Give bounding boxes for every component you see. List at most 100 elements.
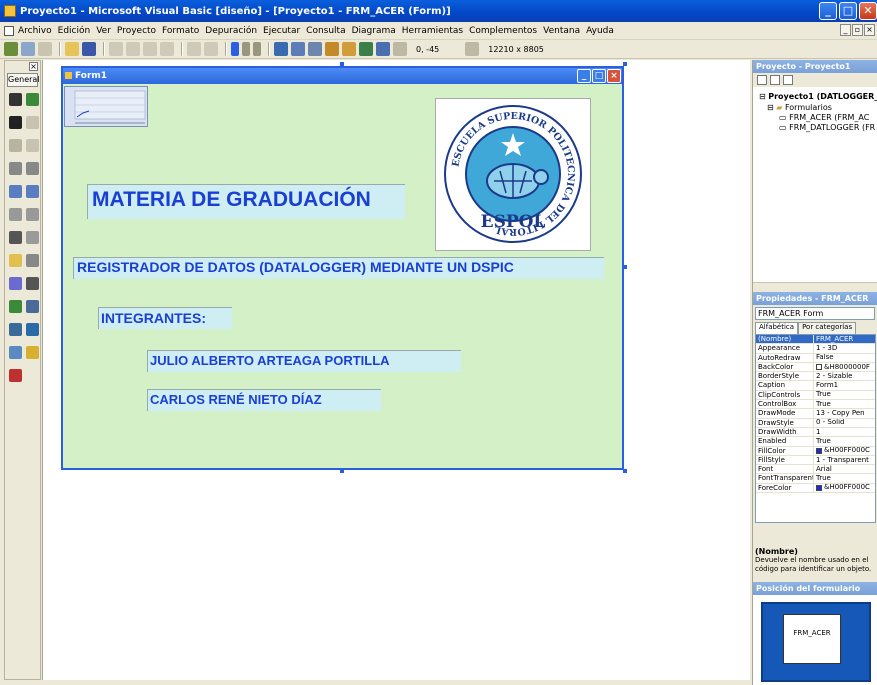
- menu-edicion[interactable]: Edición: [58, 26, 91, 36]
- property-row[interactable]: FillColor &H00FF000C: [756, 446, 875, 456]
- undo-icon[interactable]: [187, 42, 201, 56]
- property-value[interactable]: &H00FF000C: [814, 484, 875, 492]
- view-object-icon[interactable]: [770, 75, 780, 85]
- property-row[interactable]: DrawWidth 1: [756, 427, 875, 438]
- property-value[interactable]: True: [814, 474, 875, 482]
- shape-icon[interactable]: [9, 277, 22, 290]
- menu-archivo[interactable]: Archivo: [18, 26, 52, 36]
- property-row[interactable]: BackColor &H8000000F: [756, 362, 875, 373]
- redo-icon[interactable]: [204, 42, 218, 56]
- textbox-icon[interactable]: [26, 116, 39, 129]
- tree-item-project[interactable]: ⊟ Proyecto1 (DATLOGGER_: [759, 92, 877, 101]
- form-layout-icon[interactable]: [308, 42, 322, 56]
- resize-handle-top[interactable]: [340, 62, 344, 66]
- find-icon[interactable]: [160, 42, 174, 56]
- menu-herramientas[interactable]: Herramientas: [402, 26, 463, 36]
- tree-item-frm-datlogger[interactable]: ▭ FRM_DATLOGGER (FR: [779, 123, 875, 132]
- property-row[interactable]: FillStyle 1 - Transparent: [756, 455, 875, 466]
- menu-proyecto[interactable]: Proyecto: [117, 26, 156, 36]
- form-maximize-button[interactable]: □: [592, 69, 606, 83]
- image-icon[interactable]: [9, 300, 22, 313]
- minimize-button[interactable]: _: [819, 2, 837, 20]
- timer-icon[interactable]: [9, 231, 22, 244]
- property-value[interactable]: 1: [814, 428, 875, 436]
- grid-icon[interactable]: [26, 346, 39, 359]
- property-value[interactable]: Arial: [814, 465, 875, 473]
- pointer-icon[interactable]: [9, 93, 22, 106]
- hscrollbar-icon[interactable]: [9, 208, 22, 221]
- property-value[interactable]: 0 - Solid: [814, 419, 875, 427]
- property-row[interactable]: BorderStyle 2 - Sizable: [756, 372, 875, 382]
- menu-ver[interactable]: Ver: [96, 26, 111, 36]
- commandbutton-icon[interactable]: [26, 139, 39, 152]
- listbox-icon[interactable]: [26, 185, 39, 198]
- property-value[interactable]: &H00FF000C: [814, 447, 875, 455]
- property-row[interactable]: ControlBox True: [756, 400, 875, 410]
- paste-icon[interactable]: [143, 42, 157, 56]
- data-icon[interactable]: [26, 300, 39, 313]
- properties-window-icon[interactable]: [291, 42, 305, 56]
- property-value[interactable]: 1 - Transparent: [814, 456, 875, 464]
- property-value[interactable]: 1 - 3D: [814, 344, 875, 352]
- property-value[interactable]: True: [814, 400, 875, 408]
- open-icon[interactable]: [65, 42, 79, 56]
- toolbox-icon[interactable]: [342, 42, 356, 56]
- misc-icon[interactable]: [9, 369, 22, 382]
- line-icon[interactable]: [26, 277, 39, 290]
- mdi-minimize-button[interactable]: _: [840, 24, 851, 36]
- mschart-icon[interactable]: [26, 323, 39, 336]
- property-row[interactable]: ForeColor &H00FF000C: [756, 483, 875, 494]
- label-materia[interactable]: MATERIA DE GRADUACIÓN: [87, 184, 405, 219]
- menu-diagrama[interactable]: Diagrama: [352, 26, 396, 36]
- property-value[interactable]: &H8000000F: [814, 363, 875, 371]
- mscomm-icon[interactable]: [9, 346, 22, 359]
- frame-icon[interactable]: [9, 139, 22, 152]
- toggle-folders-icon[interactable]: [783, 75, 793, 85]
- property-value[interactable]: FRM_ACER: [814, 335, 875, 344]
- optionbutton-icon[interactable]: [26, 162, 39, 175]
- save-icon[interactable]: [82, 42, 96, 56]
- menu-ventana[interactable]: Ventana: [543, 26, 580, 36]
- break-icon[interactable]: [242, 42, 250, 56]
- tab-alphabetic[interactable]: Alfabética: [755, 322, 799, 334]
- data-view-icon[interactable]: [359, 42, 373, 56]
- property-row[interactable]: DrawStyle 0 - Solid: [756, 418, 875, 428]
- copy-icon[interactable]: [126, 42, 140, 56]
- dirlistbox-icon[interactable]: [9, 254, 22, 267]
- menu-ejecutar[interactable]: Ejecutar: [263, 26, 300, 36]
- menu-depuracion[interactable]: Depuración: [205, 26, 257, 36]
- property-value[interactable]: 2 - Sizable: [814, 372, 875, 380]
- combobox-icon[interactable]: [9, 185, 22, 198]
- close-button[interactable]: ✕: [859, 2, 877, 20]
- form-window[interactable]: Form1 _ □ × MATERIA DE GRADUACIÓN ESCUEL…: [61, 66, 624, 470]
- tree-item-forms-folder[interactable]: ⊟ ▰ Formularios: [767, 103, 832, 112]
- menu-consulta[interactable]: Consulta: [306, 26, 345, 36]
- maximize-button[interactable]: □: [839, 2, 857, 20]
- project-explorer-icon[interactable]: [274, 42, 288, 56]
- property-value[interactable]: Form1: [814, 381, 875, 389]
- ole-icon[interactable]: [9, 323, 22, 336]
- label-registrador[interactable]: REGISTRADOR DE DATOS (DATALOGGER) MEDIAN…: [73, 257, 604, 279]
- label-icon[interactable]: [9, 116, 22, 129]
- form-minimize-button[interactable]: _: [577, 69, 591, 83]
- tab-by-category[interactable]: Por categorías: [798, 322, 857, 334]
- object-browser-icon[interactable]: [325, 42, 339, 56]
- filelistbox-icon[interactable]: [26, 254, 39, 267]
- cut-icon[interactable]: [109, 42, 123, 56]
- property-row[interactable]: AutoRedraw False: [756, 353, 875, 363]
- property-row[interactable]: (Nombre) FRM_ACER: [756, 335, 875, 345]
- end-icon[interactable]: [253, 42, 261, 56]
- vscrollbar-icon[interactable]: [26, 208, 39, 221]
- resize-handle-top-right[interactable]: [623, 62, 627, 66]
- tree-item-frm-acer[interactable]: ▭ FRM_ACER (FRM_AC: [779, 113, 869, 122]
- toolbox-close-button[interactable]: ×: [29, 62, 38, 71]
- property-row[interactable]: Caption Form1: [756, 381, 875, 391]
- menu-complementos[interactable]: Complementos: [469, 26, 537, 36]
- label-member-julio[interactable]: JULIO ALBERTO ARTEAGA PORTILLA: [147, 350, 461, 372]
- menu-formato[interactable]: Formato: [162, 26, 199, 36]
- project-explorer-hscrollbar[interactable]: [753, 282, 877, 292]
- property-row[interactable]: Appearance 1 - 3D: [756, 344, 875, 354]
- label-member-carlos[interactable]: CARLOS RENÉ NIETO DÍAZ: [147, 389, 381, 411]
- properties-object-selector[interactable]: FRM_ACER Form: [755, 307, 875, 320]
- mdi-restore-button[interactable]: ▫: [852, 24, 863, 36]
